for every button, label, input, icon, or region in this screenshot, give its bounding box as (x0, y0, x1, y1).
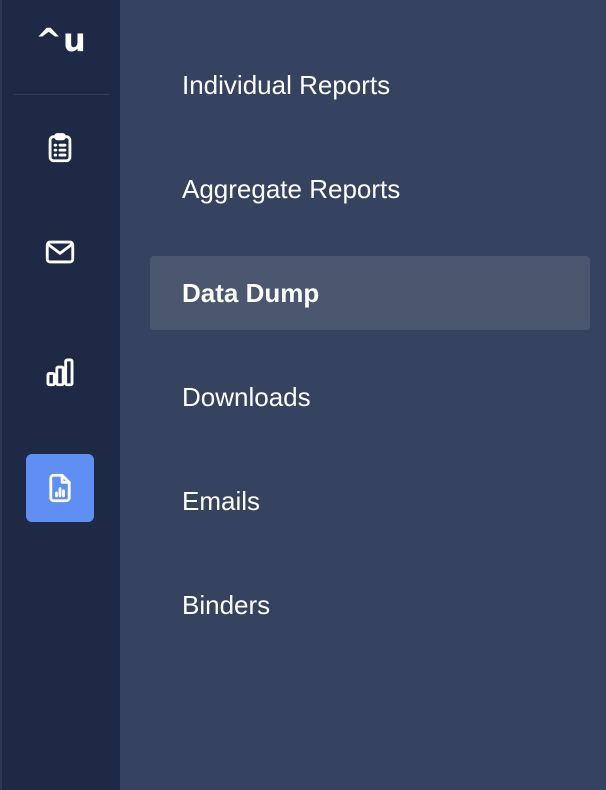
menu-item-binders[interactable]: Binders (150, 568, 590, 642)
envelope-icon (45, 240, 75, 264)
rail-item-reports[interactable] (26, 454, 94, 522)
clipboard-list-icon (48, 133, 72, 163)
icon-rail: ^u (0, 0, 120, 790)
reports-menu: Individual Reports Aggregate Reports Dat… (120, 0, 606, 790)
bar-chart-icon (46, 358, 74, 387)
menu-item-aggregate-reports[interactable]: Aggregate Reports (150, 152, 590, 226)
rail-divider (14, 94, 109, 95)
menu-item-data-dump[interactable]: Data Dump (150, 256, 590, 330)
file-chart-icon (49, 473, 71, 503)
rail-item-tasks[interactable] (26, 114, 94, 182)
menu-item-downloads[interactable]: Downloads (150, 360, 590, 434)
rail-item-messages[interactable] (26, 218, 94, 286)
app-window: ^u Individual Reports Aggregate Reports … (0, 0, 606, 790)
app-logo[interactable]: ^u (2, 22, 120, 58)
menu-item-emails[interactable]: Emails (150, 464, 590, 538)
rail-item-analytics[interactable] (26, 338, 94, 406)
menu-item-individual-reports[interactable]: Individual Reports (150, 48, 590, 122)
